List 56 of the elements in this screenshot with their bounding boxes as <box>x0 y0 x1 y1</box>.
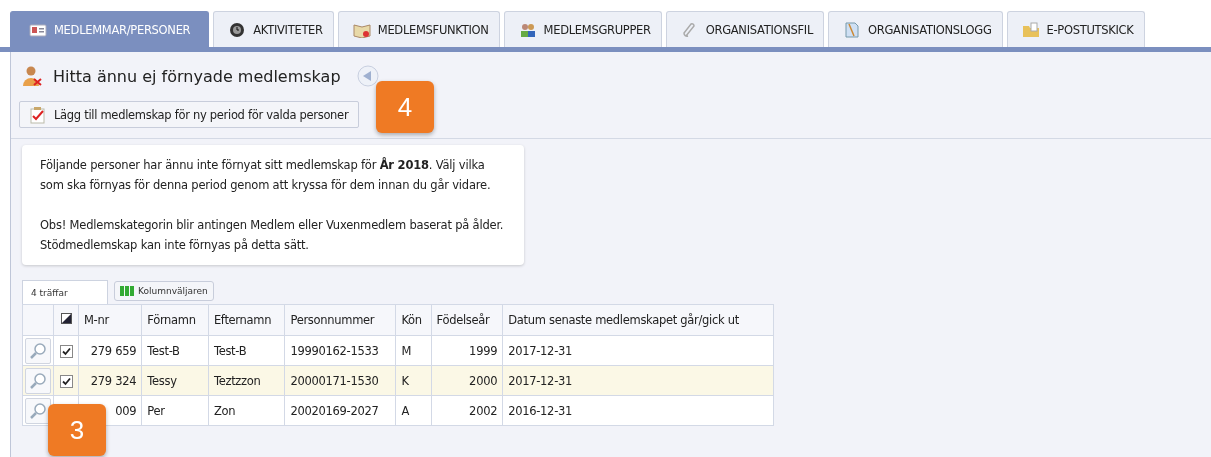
table-cell: Tessy <box>141 365 209 396</box>
column-header[interactable]: Kön <box>395 304 432 336</box>
hit-count: 4 träffar <box>22 280 108 304</box>
tab[interactable]: MEDLEMSGRUPPER <box>503 11 662 47</box>
tab[interactable]: AKTIVITETER <box>213 11 334 47</box>
row-checkbox[interactable] <box>59 344 73 358</box>
table-cell: Per <box>141 395 209 426</box>
table-cell: Zon <box>208 395 285 426</box>
search-button[interactable] <box>25 367 51 394</box>
table-cell: 279 324 <box>78 365 142 396</box>
table-cell: M <box>395 335 432 366</box>
table-cell: 2016-12-31 <box>502 395 774 426</box>
row-checkbox[interactable] <box>59 374 73 388</box>
table-cell: 2000 <box>431 365 503 396</box>
select-all-checkbox[interactable] <box>60 313 72 324</box>
column-chooser-button[interactable]: Kolumnväljaren <box>114 281 214 301</box>
table-cell: 2002 <box>431 395 503 426</box>
document-icon <box>843 21 862 38</box>
tab[interactable]: ORGANISATIONSFIL <box>665 11 825 47</box>
tab[interactable]: ORGANISATIONSLOGG <box>828 11 1003 47</box>
column-header[interactable]: M-nr <box>78 304 142 336</box>
clipboard-icon <box>30 105 46 124</box>
tab[interactable]: MEDLEMSFUNKTION <box>337 11 500 47</box>
info-text: Obs! Medlemskategorin blir antingen Medlem eller Vuxenmedlem baserat på ålder. Stödmedlemskap kan inte förnyas på detta sätt. <box>40 217 505 254</box>
column-header[interactable]: Datum senaste medlemskapet går/gick ut <box>502 304 774 336</box>
add-membership-button[interactable]: Lägg till medlemskap för ny period för valda personer <box>19 101 360 128</box>
back-button[interactable] <box>356 65 379 87</box>
column-header[interactable]: Födelseår <box>431 304 503 336</box>
table-cell: 2017-12-31 <box>502 335 774 366</box>
step-badge: 3 <box>48 404 106 456</box>
table-cell: 20020169-2027 <box>284 395 396 426</box>
table-cell: 279 659 <box>78 335 142 366</box>
tab[interactable]: E-POSTUTSKICK <box>1006 11 1145 47</box>
search-button[interactable] <box>25 397 51 424</box>
table-cell: 19990162-1533 <box>284 335 396 366</box>
people-icon <box>518 21 537 38</box>
table-cell: A <box>395 395 432 426</box>
folder-icon <box>1021 21 1040 38</box>
id-card-icon <box>29 21 47 38</box>
table-cell: 2017-12-31 <box>502 365 774 396</box>
search-button[interactable] <box>25 337 51 364</box>
page-title: Hitta ännu ej förnyade medlemskap <box>53 66 341 86</box>
book-icon <box>352 21 371 38</box>
column-header[interactable]: Efternamn <box>208 304 285 336</box>
table-cell: 1999 <box>431 335 503 366</box>
table-cell: 20000171-1530 <box>284 365 396 396</box>
table-cell: Teztzzon <box>208 365 285 396</box>
step-badge: 4 <box>376 81 434 133</box>
column-header[interactable]: Personnummer <box>284 304 396 336</box>
table-cell: Test-B <box>208 335 285 366</box>
columns-icon <box>120 286 134 296</box>
person-icon <box>21 65 43 87</box>
table-cell: Test-B <box>141 335 209 366</box>
info-text: Följande personer har ännu inte förnyat sitt medlemskap för År 2018. Välj vilka som ska förnyas för denna period genom att kryssa för dem innan du går vidare. <box>40 156 492 194</box>
column-header[interactable]: Förnamn <box>141 304 209 336</box>
clock-icon <box>228 21 247 38</box>
